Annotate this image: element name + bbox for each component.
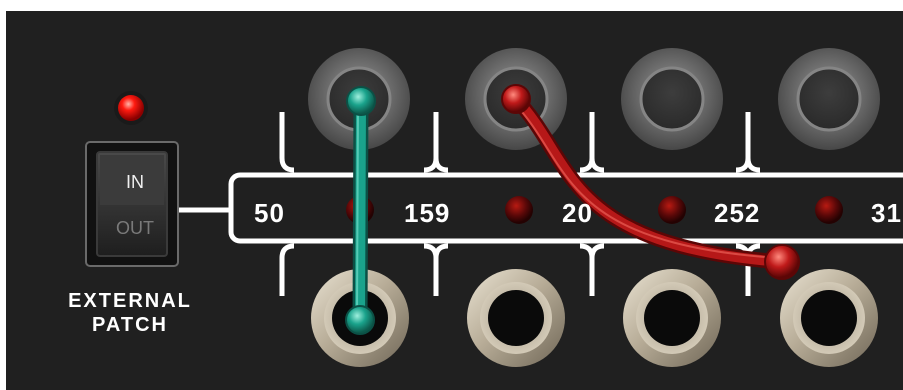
- frequency-label-5: 31: [871, 198, 902, 228]
- top-jack-3[interactable]: [621, 48, 723, 150]
- switch-in-label: IN: [126, 172, 144, 192]
- status-led: [114, 91, 148, 125]
- external-patch-panel: IN OUT EXTERNAL PATCH 50 159 20 252 31: [0, 0, 903, 390]
- band-led-3: [658, 196, 686, 224]
- frequency-label-1: 50: [254, 198, 285, 228]
- frequency-label-2: 159: [404, 198, 451, 228]
- switch-out-label: OUT: [116, 218, 154, 238]
- band-led-2: [505, 196, 533, 224]
- external-label-line2: PATCH: [92, 314, 168, 336]
- external-label-line1: EXTERNAL: [68, 290, 192, 312]
- in-out-switch[interactable]: [85, 141, 179, 267]
- band-led-4: [815, 196, 843, 224]
- frequency-label-4: 252: [714, 198, 761, 228]
- bottom-jack-4[interactable]: [780, 269, 878, 367]
- bottom-jack-2[interactable]: [467, 269, 565, 367]
- frequency-label-3: 20: [562, 198, 593, 228]
- top-jack-4[interactable]: [778, 48, 880, 150]
- bottom-jack-3[interactable]: [623, 269, 721, 367]
